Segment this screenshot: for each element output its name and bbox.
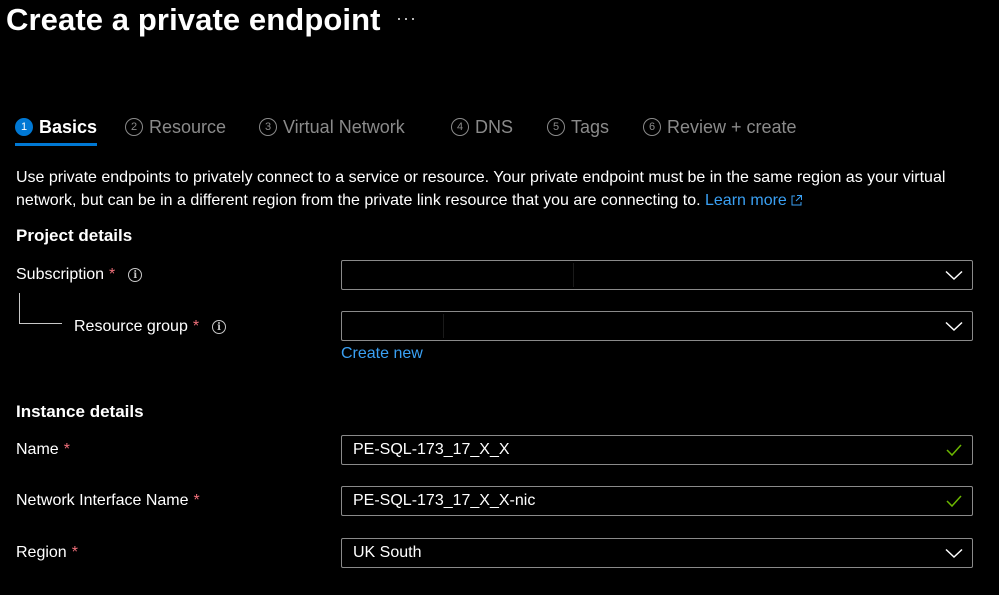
checkmark-icon	[946, 444, 962, 457]
create-new-link[interactable]: Create new	[341, 345, 423, 363]
tab-number: 1	[15, 118, 33, 136]
resource-group-label-text: Resource group	[74, 318, 188, 335]
tab-number: 3	[259, 118, 277, 136]
required-marker: *	[63, 441, 70, 458]
tab-label: DNS	[475, 116, 514, 137]
learn-more-label: Learn more	[705, 192, 787, 209]
tab-basics[interactable]: 1 Basics	[15, 112, 97, 142]
description-text: Use private endpoints to privately conne…	[16, 169, 946, 209]
resource-group-label: Resource group * i	[74, 318, 227, 336]
checkmark-icon	[946, 495, 962, 508]
region-label: Region *	[16, 544, 78, 562]
info-icon[interactable]: i	[212, 320, 227, 334]
subscription-label: Subscription * i	[16, 266, 143, 284]
tab-number: 4	[451, 118, 469, 136]
chevron-down-icon	[945, 321, 963, 332]
required-marker: *	[109, 266, 116, 283]
instance-details-heading: Instance details	[16, 402, 144, 421]
nic-name-value: PE-SQL-173_17_X_X-nic	[353, 492, 536, 509]
description: Use private endpoints to privately conne…	[16, 166, 991, 212]
region-dropdown[interactable]: UK South	[341, 538, 973, 568]
info-icon[interactable]: i	[128, 268, 143, 282]
subscription-label-text: Subscription	[16, 266, 105, 283]
name-label-text: Name	[16, 441, 59, 458]
nic-name-input[interactable]: PE-SQL-173_17_X_X-nic	[341, 486, 973, 516]
learn-more-link[interactable]: Learn more	[705, 192, 803, 209]
chevron-down-icon	[945, 270, 963, 281]
nic-name-label-text: Network Interface Name	[16, 492, 189, 509]
tab-number: 2	[125, 118, 143, 136]
required-marker: *	[71, 544, 78, 561]
chevron-down-icon	[945, 548, 963, 559]
tab-dns[interactable]: 4 DNS	[451, 112, 513, 142]
region-label-text: Region	[16, 544, 67, 561]
tab-review-create[interactable]: 6 Review + create	[643, 112, 797, 142]
required-marker: *	[192, 318, 200, 335]
resource-group-dropdown[interactable]	[341, 311, 973, 341]
required-marker: *	[193, 492, 200, 509]
tab-resource[interactable]: 2 Resource	[125, 112, 226, 142]
project-details-heading: Project details	[16, 226, 133, 245]
external-link-icon	[791, 195, 802, 206]
nic-name-label: Network Interface Name *	[16, 492, 200, 510]
hierarchy-connector	[19, 293, 62, 324]
tab-number: 6	[643, 118, 661, 136]
tab-number: 5	[547, 118, 565, 136]
more-options-button[interactable]: ···	[396, 8, 417, 29]
active-tab-indicator	[15, 143, 97, 146]
name-input[interactable]: PE-SQL-173_17_X_X	[341, 435, 973, 465]
tab-label: Resource	[149, 116, 227, 137]
tab-label: Basics	[39, 116, 98, 137]
name-label: Name *	[16, 441, 70, 459]
tab-label: Tags	[571, 116, 610, 137]
redacted-value	[345, 314, 444, 338]
tab-virtual-network[interactable]: 3 Virtual Network	[259, 112, 405, 142]
subscription-dropdown[interactable]	[341, 260, 973, 290]
region-value: UK South	[353, 544, 422, 561]
tab-label: Virtual Network	[283, 116, 405, 137]
redacted-value	[345, 263, 574, 287]
page-title: Create a private endpoint	[6, 2, 381, 37]
tab-label: Review + create	[667, 116, 797, 137]
tab-tags[interactable]: 5 Tags	[547, 112, 609, 142]
name-value: PE-SQL-173_17_X_X	[353, 441, 510, 458]
